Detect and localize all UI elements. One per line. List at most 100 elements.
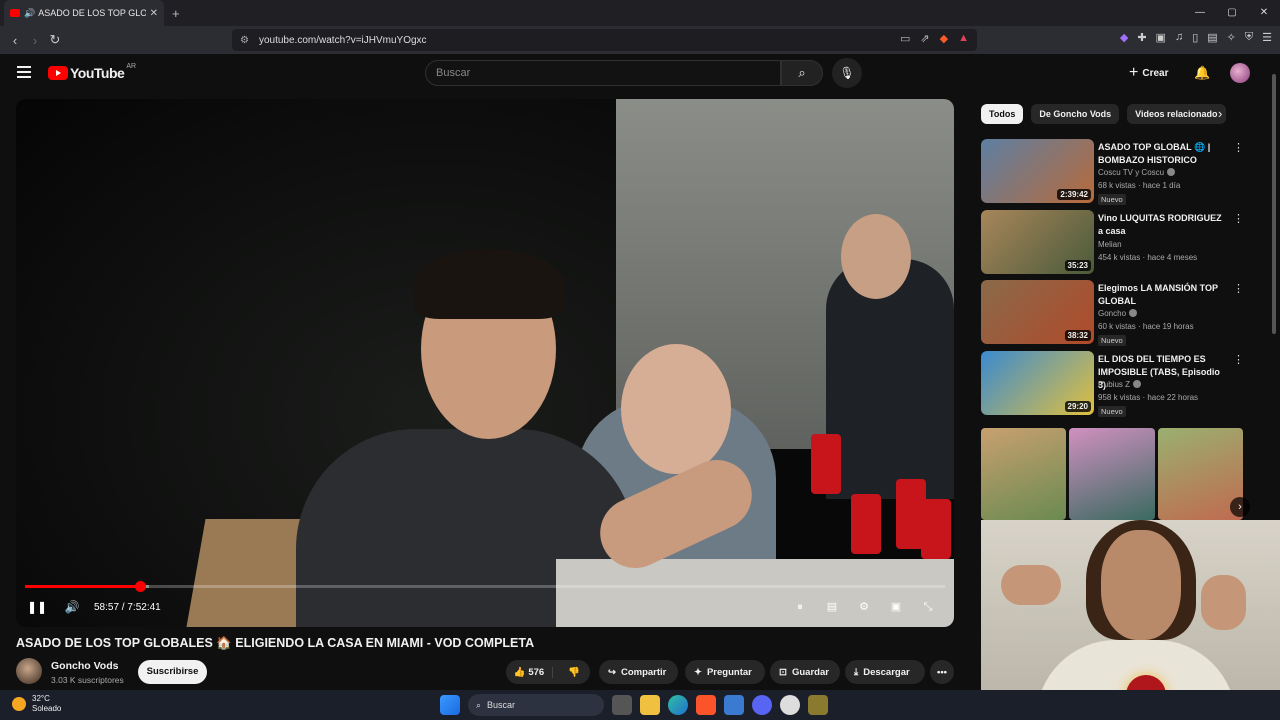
fullscreen-exit-button[interactable]: ⤡ (916, 595, 940, 619)
forward-button[interactable]: › (25, 33, 45, 48)
extensions-icon[interactable]: ✚ (1137, 31, 1146, 44)
windows-start-icon[interactable] (440, 695, 460, 715)
new-tab-button[interactable]: + (172, 6, 180, 21)
more-vertical-icon[interactable]: ⋮ (1233, 141, 1244, 154)
youtube-logo[interactable]: YouTube AR (48, 62, 137, 81)
recommendation-title[interactable]: Vino LUQUITAS RODRIGUEZ a casa (1098, 212, 1226, 238)
photos-icon[interactable] (724, 695, 744, 715)
scrubber-handle[interactable] (135, 581, 146, 592)
sidebar-icon[interactable]: ▯ (1192, 31, 1198, 44)
wallet-icon[interactable]: ▤ (1207, 31, 1217, 44)
recommendation-item[interactable]: 2:39:42 ASADO TOP GLOBAL 🌐 | BOMBAZO HIS… (981, 139, 1251, 205)
close-tab-icon[interactable]: ✕ (150, 8, 158, 19)
dislike-button[interactable]: 👎 (558, 667, 590, 678)
autoplay-toggle[interactable]: ⏸ (788, 595, 812, 619)
create-button[interactable]: + Crear (1129, 64, 1168, 82)
ask-button[interactable]: ✦ Preguntar (685, 660, 765, 684)
speaker-icon[interactable]: 🔊 (24, 8, 35, 19)
screenshot-icon[interactable]: ▣ (1156, 31, 1166, 44)
maximize-button[interactable]: ▢ (1216, 0, 1248, 26)
volume-button[interactable]: 🔊 (60, 595, 84, 619)
download-icon: ⤓ (854, 666, 859, 678)
download-button[interactable]: ⤓ Descargar (845, 660, 925, 684)
ai-icon[interactable]: ◆ (1120, 31, 1128, 44)
pause-button[interactable]: ❚❚ (25, 595, 49, 619)
task-view-icon[interactable] (612, 695, 632, 715)
country-code: AR (126, 62, 137, 70)
chip-videos-relacionados[interactable]: Videos relacionado (1127, 104, 1226, 124)
player-controls: ❚❚ 🔊 58:57 / 7:52:41 ⏸ ▤ ⚙ ▣ ⤡ (16, 595, 954, 619)
more-actions-button[interactable]: ••• (930, 660, 954, 684)
share-button[interactable]: ↪ Compartir (599, 660, 678, 684)
address-bar[interactable]: ⚙ youtube.com/watch?v=iJHVmuYOgxc ▭ ⇗ ◆ … (232, 29, 977, 51)
recommendation-item[interactable]: 38:32 Elegimos LA MANSIÓN TOP GLOBAL Gon… (981, 280, 1251, 346)
close-window-button[interactable]: ✕ (1248, 0, 1280, 26)
short-thumbnail[interactable] (1069, 428, 1155, 520)
shield-icon[interactable]: ◆ (940, 32, 948, 45)
account-avatar[interactable] (1230, 63, 1250, 83)
menu-icon[interactable]: ☰ (1262, 31, 1272, 44)
subtitles-button[interactable]: ▤ (820, 595, 844, 619)
notifications-bell-icon[interactable]: 🔔 (1194, 65, 1210, 81)
video-thumbnail[interactable]: 29:20 (981, 351, 1094, 415)
like-button[interactable]: 👍 576 (506, 666, 554, 678)
video-thumbnail[interactable]: 38:32 (981, 280, 1094, 344)
page-scrollbar[interactable] (1272, 62, 1278, 522)
recommendation-meta: 454 k vistas · hace 4 meses (1098, 253, 1198, 262)
video-thumbnail[interactable]: 2:39:42 (981, 139, 1094, 203)
site-info-icon[interactable]: ⚙ (240, 35, 249, 46)
channel-avatar[interactable] (16, 658, 42, 684)
recommendation-channel[interactable]: Goncho (1098, 309, 1138, 318)
temperature: 32°C (32, 694, 50, 703)
search-input[interactable]: Buscar (425, 60, 781, 86)
video-player[interactable]: ❚❚ 🔊 58:57 / 7:52:41 ⏸ ▤ ⚙ ▣ ⤡ (16, 99, 954, 627)
video-thumbnail[interactable]: 35:23 (981, 210, 1094, 274)
github-icon[interactable] (780, 695, 800, 715)
edge-icon[interactable] (668, 695, 688, 715)
chevron-right-icon[interactable]: › (1230, 497, 1250, 517)
search-button[interactable]: ⌕ (781, 60, 823, 86)
cast-icon[interactable]: ▭ (900, 32, 910, 45)
duration-badge: 2:39:42 (1057, 189, 1091, 200)
reload-button[interactable]: ↻ (45, 32, 65, 48)
recommendation-channel[interactable]: Rubius Z (1098, 380, 1142, 389)
recommendation-item[interactable]: 35:23 Vino LUQUITAS RODRIGUEZ a casa Mel… (981, 210, 1251, 276)
vpn-icon[interactable]: ⛨ (1245, 31, 1253, 44)
minimize-button[interactable]: — (1184, 0, 1216, 26)
leo-icon[interactable]: ✧ (1227, 31, 1236, 44)
voice-search-button[interactable]: 🎙 (832, 58, 862, 88)
more-vertical-icon[interactable]: ⋮ (1233, 212, 1244, 225)
channel-name[interactable]: Goncho Vods (51, 660, 118, 672)
more-vertical-icon[interactable]: ⋮ (1233, 353, 1244, 366)
recommendation-title[interactable]: Elegimos LA MANSIÓN TOP GLOBAL (1098, 282, 1226, 308)
chip-todos[interactable]: Todos (981, 104, 1024, 124)
chevron-right-icon[interactable]: › (1218, 106, 1222, 121)
app-icon[interactable] (808, 695, 828, 715)
weather-widget[interactable]: 32°C Soleado (12, 694, 61, 714)
more-vertical-icon[interactable]: ⋮ (1233, 282, 1244, 295)
new-badge: Nuevo (1098, 335, 1126, 346)
chip-de-goncho-vods[interactable]: De Goncho Vods (1031, 104, 1120, 124)
rewards-icon[interactable]: ▲ (958, 32, 969, 45)
back-button[interactable]: ‹ (5, 33, 25, 48)
save-button[interactable]: ⊡ Guardar (770, 660, 840, 684)
brave-browser-icon[interactable] (696, 695, 716, 715)
music-icon[interactable]: ♫ (1175, 31, 1183, 44)
miniplayer-button[interactable]: ▣ (884, 595, 908, 619)
discord-icon[interactable] (752, 695, 772, 715)
subscribe-button[interactable]: Suscribirse (138, 660, 207, 684)
settings-gear-icon[interactable]: ⚙ (852, 595, 876, 619)
recommendation-title[interactable]: ASADO TOP GLOBAL 🌐 | BOMBAZO HISTORICO (1098, 141, 1226, 167)
share-icon[interactable]: ⇗ (920, 32, 929, 45)
browser-tab[interactable]: 🔊 ASADO DE LOS TOP GLOBALE ✕ (4, 0, 164, 26)
hamburger-menu-icon[interactable] (17, 66, 31, 81)
taskbar-search[interactable]: ⌕ Buscar (468, 694, 604, 716)
thumbs-up-icon: 👍 (513, 666, 529, 678)
short-thumbnail[interactable] (981, 428, 1067, 520)
file-explorer-icon[interactable] (640, 695, 660, 715)
more-horizontal-icon: ••• (937, 666, 947, 678)
recommendation-channel[interactable]: Melian (1098, 240, 1122, 249)
recommendation-channel[interactable]: Coscu TV y Coscu (1098, 168, 1176, 177)
recommendation-item[interactable]: 29:20 EL DIOS DEL TIEMPO ES IMPOSIBLE (T… (981, 351, 1251, 417)
progress-bar[interactable] (25, 581, 945, 592)
